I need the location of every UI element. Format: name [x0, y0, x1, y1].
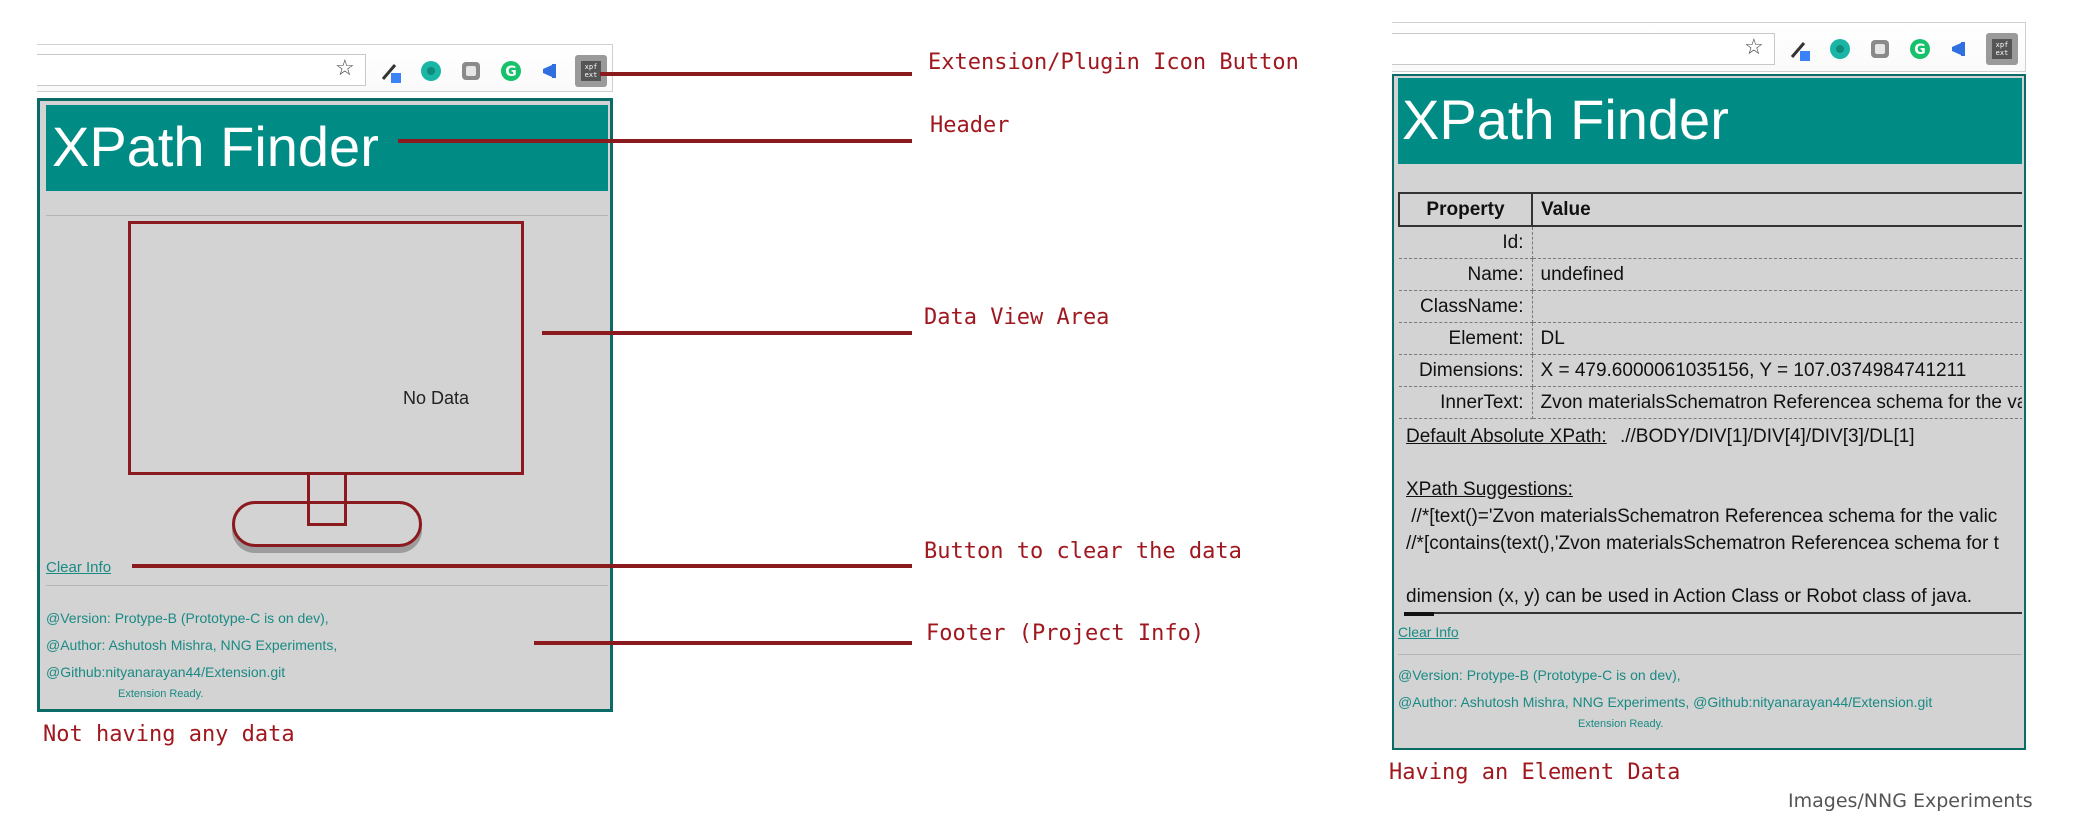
table-row: ClassName:	[1399, 290, 2022, 323]
property-value: undefined	[1532, 258, 2022, 291]
annotation-line-data-view	[542, 331, 912, 335]
dimension-note: dimension (x, y) can be used in Action C…	[1406, 586, 1973, 607]
monitor-stand-base	[232, 501, 422, 547]
annotation-footer: Footer (Project Info)	[926, 621, 1205, 646]
gray-square-icon[interactable]	[457, 57, 485, 85]
table-row: InnerText: Zvon materialsSchematron Refe…	[1399, 386, 2022, 419]
suggestion-item: //*[text()='Zvon materialsSchematron Ref…	[1406, 506, 1998, 527]
annotation-extension-icon: Extension/Plugin Icon Button	[928, 50, 1299, 75]
property-value: DL	[1532, 322, 2022, 355]
megaphone-icon[interactable]	[537, 57, 565, 85]
xpath-results: Default Absolute XPath: .//BODY/DIV[1]/D…	[1406, 422, 2022, 612]
xpath-finder-popup-left: XPath Finder No Data Clear Info @Version…	[37, 98, 613, 712]
table-row: Id:	[1399, 226, 2022, 259]
footer-status: Extension Ready.	[118, 688, 204, 700]
results-underline	[1404, 612, 2022, 614]
suggestion-item: //*[contains(text(),'Zvon materialsSchem…	[1406, 533, 1999, 554]
property-key: InnerText:	[1399, 386, 1533, 419]
svg-text:G: G	[505, 64, 517, 80]
header: XPath Finder	[1398, 78, 2022, 164]
results-underline-accent	[1404, 612, 1434, 616]
default-xpath-label: Default Absolute XPath:	[1406, 426, 1607, 447]
grammarly-icon[interactable]: G	[497, 57, 525, 85]
footer-version: @Version: Protype-B (Prototype-C is on d…	[1398, 667, 1681, 683]
footer: @Version: Protype-B (Prototype-C is on d…	[1398, 662, 2022, 746]
eyedropper-icon[interactable]	[1786, 35, 1814, 63]
property-key: Id:	[1399, 226, 1533, 259]
table-row: Name: undefined	[1399, 258, 2022, 291]
property-key: ClassName:	[1399, 290, 1533, 323]
xpath-extension-icon[interactable]: xpf ext	[575, 55, 607, 87]
column-header-value: Value	[1532, 192, 2022, 227]
property-key: Dimensions:	[1399, 354, 1533, 387]
footer: @Version: Protype-B (Prototype-C is on d…	[46, 605, 608, 705]
footer-status: Extension Ready.	[1578, 718, 1664, 730]
property-key: Element:	[1399, 322, 1533, 355]
page-title: XPath Finder	[1402, 88, 1729, 151]
default-xpath-value: .//BODY/DIV[1]/DIV[4]/DIV[3]/DL[1]	[1619, 426, 1915, 447]
suggestions-label: XPath Suggestions:	[1406, 479, 1573, 500]
teal-circle-icon[interactable]	[417, 57, 445, 85]
grammarly-icon[interactable]: G	[1906, 35, 1934, 63]
header: XPath Finder	[46, 105, 608, 191]
property-key: Name:	[1399, 258, 1533, 291]
table-row: Dimensions: X = 479.6000061035156, Y = 1…	[1399, 354, 2022, 387]
property-value: Zvon materialsSchematron Referencea sche…	[1532, 386, 2022, 419]
column-header-property: Property	[1398, 192, 1533, 227]
star-icon[interactable]: ☆	[1744, 34, 1764, 60]
svg-text:xpf: xpf	[585, 63, 598, 71]
property-value	[1532, 290, 2022, 323]
property-value: X = 479.6000061035156, Y = 107.037498474…	[1532, 354, 2022, 387]
megaphone-icon[interactable]	[1946, 35, 1974, 63]
property-value	[1532, 226, 2022, 259]
clear-info-link[interactable]: Clear Info	[46, 559, 111, 576]
annotation-data-view: Data View Area	[924, 305, 1110, 330]
xpath-extension-icon[interactable]: xpf ext	[1986, 33, 2018, 65]
divider	[46, 215, 608, 216]
svg-text:ext: ext	[585, 71, 598, 79]
svg-text:G: G	[1914, 42, 1926, 58]
divider	[46, 585, 608, 586]
divider	[1398, 654, 2022, 655]
caption-left: Not having any data	[43, 722, 295, 747]
address-bar[interactable]	[1392, 33, 1775, 65]
svg-text:ext: ext	[1996, 49, 2009, 57]
annotation-line-clear-button	[132, 564, 912, 568]
xpath-finder-popup-right: XPath Finder Property Value Id: Name: un…	[1392, 74, 2026, 750]
watermark: Images/NNG Experiments	[1788, 790, 2033, 812]
svg-text:xpf: xpf	[1996, 41, 2009, 49]
browser-toolbar-right: ☆ G xpf ext	[1392, 22, 2026, 72]
annotation-line-extension	[600, 72, 912, 76]
page-title: XPath Finder	[52, 115, 379, 178]
caption-right: Having an Element Data	[1389, 760, 1681, 785]
annotation-line-footer	[534, 641, 912, 645]
teal-circle-icon[interactable]	[1826, 35, 1854, 63]
data-view-area: No Data	[128, 221, 524, 475]
footer-github: @Github:nityanarayan44/Extension.git	[46, 664, 286, 680]
footer-author-github: @Author: Ashutosh Mishra, NNG Experiment…	[1398, 694, 1933, 710]
no-data-text: No Data	[403, 388, 470, 408]
footer-version: @Version: Protype-B (Prototype-C is on d…	[46, 610, 329, 626]
table-row: Element: DL	[1399, 322, 2022, 355]
annotation-clear-button: Button to clear the data	[924, 539, 1242, 564]
star-icon[interactable]: ☆	[335, 55, 355, 81]
footer-author: @Author: Ashutosh Mishra, NNG Experiment…	[46, 637, 338, 653]
table-header-row: Property Value	[1398, 192, 2022, 227]
annotation-header: Header	[930, 113, 1010, 138]
eyedropper-icon[interactable]	[377, 57, 405, 85]
browser-toolbar-left: ☆ G xpf ext	[37, 44, 613, 92]
property-table: Property Value Id: Name: undefined Class…	[1398, 192, 2022, 419]
address-bar[interactable]	[37, 54, 366, 86]
clear-info-link[interactable]: Clear Info	[1398, 624, 1459, 640]
gray-square-icon[interactable]	[1866, 35, 1894, 63]
annotation-line-header	[398, 139, 912, 143]
